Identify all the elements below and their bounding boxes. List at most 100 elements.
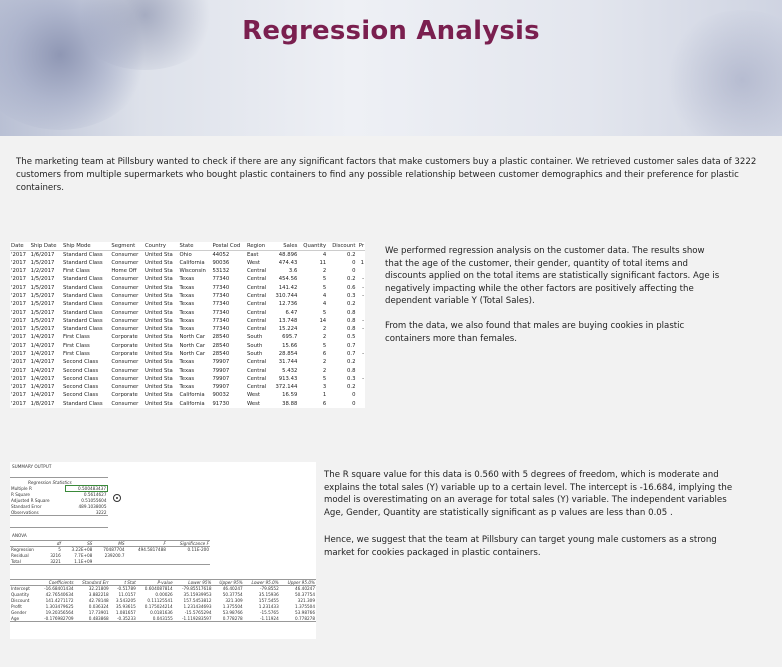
- table-cell: 1/4/2017: [30, 334, 55, 341]
- table-cell: 16.59: [282, 392, 298, 399]
- table-cell: Central: [246, 292, 267, 299]
- table-cell: 14: [319, 317, 327, 324]
- table-cell: '2017: [11, 276, 26, 283]
- table-cell: 77340: [212, 276, 230, 283]
- table-cell: 79907: [212, 367, 230, 374]
- anova-title: ANOVA: [12, 533, 27, 538]
- table-cell: 2: [322, 334, 327, 341]
- table-cell: United Sta: [144, 367, 173, 374]
- summary-cell: 0.778278: [295, 615, 315, 621]
- table-row: '2017 1/5/2017 Standard Class Consumer Unite…: [10, 259, 365, 267]
- column-header: Postal Cod: [211, 242, 246, 251]
- table-cell: West: [246, 259, 260, 266]
- table-cell: -: [362, 351, 364, 357]
- table-cell: 77340: [212, 292, 230, 299]
- regression-summary-output: SUMMARY OUTPUT Regression Statistics Mul…: [10, 462, 316, 639]
- table-cell: '2017: [11, 392, 26, 399]
- summary-heading: SUMMARY OUTPUT: [12, 464, 52, 469]
- table-cell: South: [246, 334, 263, 341]
- table-cell: Standard Class: [62, 400, 103, 407]
- table-row: '2017 1/5/2017 Standard Class Consumer Unite…: [10, 292, 365, 300]
- table-cell: 1/4/2017: [30, 375, 55, 382]
- table-cell: 695.7: [282, 334, 298, 341]
- table-cell: South: [246, 351, 263, 357]
- table-cell: 77340: [212, 326, 230, 333]
- table-cell: '2017: [11, 251, 26, 258]
- column-header: Region: [245, 242, 271, 251]
- table-cell: Central: [246, 375, 267, 382]
- table-cell: [356, 250, 365, 258]
- table-cell: '2017: [11, 268, 26, 275]
- table-cell: 5: [322, 276, 327, 283]
- table-cell: Consumer: [111, 400, 139, 407]
- table-cell: -: [362, 375, 364, 382]
- table-cell: 79907: [212, 359, 230, 366]
- table-row: '2017 1/5/2017 Standard Class Consumer Unite…: [10, 300, 365, 308]
- table-cell: East: [246, 251, 259, 258]
- table-cell: United Sta: [144, 259, 173, 266]
- table-cell: 4: [322, 251, 327, 258]
- table-cell: United Sta: [144, 251, 173, 258]
- table-cell: [356, 391, 365, 399]
- table-cell: First Class: [62, 334, 90, 341]
- table-cell: 91730: [212, 400, 230, 407]
- table-cell: [356, 383, 365, 391]
- table-cell: California: [179, 400, 205, 407]
- table-cell: Corporate: [111, 351, 138, 357]
- table-row: '2017 1/5/2017 Standard Class Consumer Unite…: [10, 317, 365, 325]
- table-cell: Consumer: [111, 301, 139, 308]
- table-cell: -: [362, 284, 364, 291]
- table-row: '2017 1/5/2017 Standard Class Consumer Unite…: [10, 325, 365, 333]
- summary-cell: 1.1E+09: [74, 558, 93, 564]
- summary-row: Gender 19.20356564 17.73901 1.081657 0.01816…: [10, 610, 316, 616]
- table-cell: 15.224: [278, 326, 298, 333]
- hero-banner: Regression Analysis: [0, 0, 782, 136]
- table-cell: 31.744: [278, 359, 298, 366]
- gender-paragraph: From the data, we also found that males …: [385, 321, 685, 344]
- table-cell: United Sta: [144, 301, 173, 308]
- table-cell: 0.2: [347, 251, 356, 258]
- table-cell: 141.42: [278, 284, 298, 291]
- table-cell: Central: [246, 326, 267, 333]
- table-cell: 1/4/2017: [30, 392, 55, 399]
- table-cell: United Sta: [144, 375, 173, 382]
- table-cell: 1/4/2017: [30, 384, 55, 391]
- table-row: '2017 1/4/2017 Second Class Consumer United …: [10, 383, 365, 391]
- table-cell: Consumer: [111, 359, 139, 366]
- table-cell: 12.736: [278, 301, 298, 308]
- table-cell: 4: [322, 292, 327, 299]
- table-cell: 1/5/2017: [30, 326, 55, 333]
- summary-cell: 0.483868: [88, 615, 109, 621]
- table-cell: '2017: [11, 400, 26, 407]
- column-header: Discount: [327, 242, 357, 251]
- table-cell: Central: [246, 301, 267, 308]
- table-cell: [356, 333, 365, 341]
- table-cell: 2: [322, 326, 327, 333]
- table-cell: Home Off: [111, 268, 137, 275]
- intro-paragraph: The marketing team at Pillsbury wanted t…: [16, 157, 757, 193]
- summary-cell: [167, 559, 210, 565]
- table-cell: First Class: [62, 342, 90, 349]
- table-row: '2017 1/5/2017 Standard Class Consumer Unite…: [10, 283, 365, 291]
- table-row: '2017 1/4/2017 Second Class Corporate United…: [10, 391, 365, 399]
- table-row: '2017 1/5/2017 Standard Class Consumer Unite…: [10, 275, 365, 283]
- table-cell: United Sta: [144, 292, 173, 299]
- table-cell: 1/5/2017: [30, 317, 55, 324]
- summary-cell: -1.119283597: [182, 615, 212, 621]
- table-cell: Consumer: [111, 292, 139, 299]
- recommendation-paragraph: Hence, we suggest that the team at Pills…: [324, 535, 717, 558]
- summary-cell: -0.35233: [116, 615, 136, 621]
- summary-cell: [93, 559, 125, 565]
- summary-cell: -1.11924: [259, 615, 279, 621]
- table-cell: 1/6/2017: [30, 251, 55, 258]
- table-cell: 0: [352, 400, 356, 407]
- table-cell: Consumer: [111, 317, 139, 324]
- table-cell: Texas: [179, 367, 195, 374]
- table-cell: 0: [352, 268, 356, 275]
- summary-cell: 0.778278: [222, 615, 243, 621]
- table-cell: Central: [246, 284, 267, 291]
- table-cell: '2017: [11, 342, 26, 349]
- table-cell: 77340: [212, 284, 230, 291]
- table-cell: Wisconsin: [179, 268, 206, 275]
- column-header: Country: [143, 242, 179, 251]
